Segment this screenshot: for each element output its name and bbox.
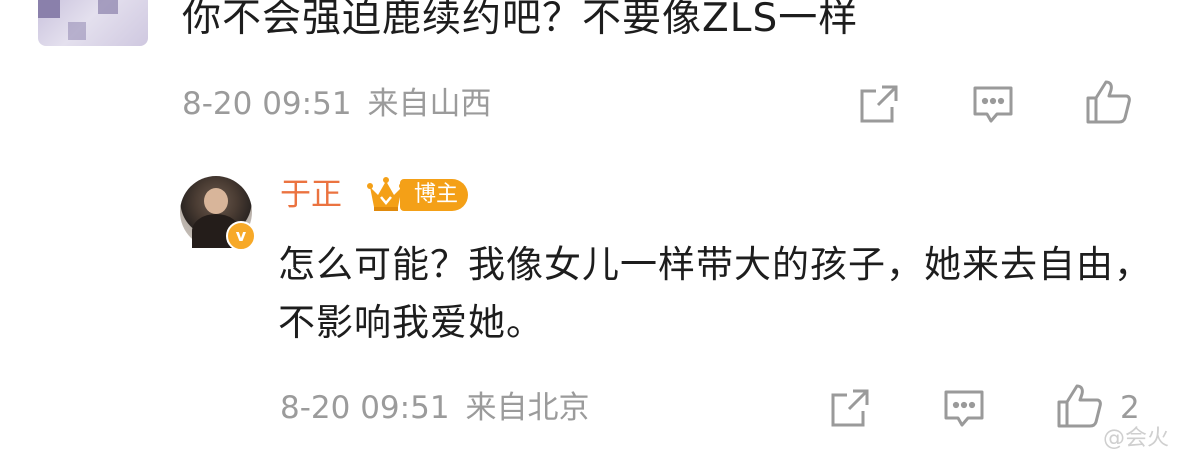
reply-comment-button[interactable] <box>940 384 988 432</box>
reply-location: 来自北京 <box>465 390 590 426</box>
top-comment-date: 8-20 09:51 <box>182 86 352 122</box>
watermark: @会火 <box>1102 426 1169 451</box>
reply-meta: 8-20 09:51 来自北京 <box>280 388 590 428</box>
top-comment-location: 来自山西 <box>367 86 492 122</box>
top-comment-meta: 8-20 09:51 来自山西 <box>182 84 492 124</box>
reply-share-button[interactable] <box>826 384 874 432</box>
share-icon <box>831 389 869 427</box>
commenter-avatar[interactable] <box>38 0 148 46</box>
like-icon <box>1086 80 1131 124</box>
like-button[interactable] <box>1084 78 1132 126</box>
reply-like-button[interactable] <box>1055 382 1103 430</box>
top-comment-text: 你不会强迫鹿续约吧？不要像ZLS一样 <box>182 0 859 41</box>
verified-badge-icon: v <box>226 221 256 251</box>
share-icon <box>860 85 898 123</box>
comment-button[interactable] <box>969 80 1017 128</box>
comment-icon <box>973 86 1013 123</box>
like-icon <box>1057 384 1102 428</box>
comment-icon <box>944 390 984 427</box>
share-button[interactable] <box>855 80 903 128</box>
reply-date: 8-20 09:51 <box>280 390 450 426</box>
author-badge: 博主 <box>400 179 469 211</box>
reply-username[interactable]: 于正 <box>280 175 342 215</box>
reply-text: 怎么可能？我像女儿一样带大的孩子，她来去自由，不影响我爱她。 <box>278 243 1152 344</box>
reply-like-count: 2 <box>1120 390 1140 426</box>
